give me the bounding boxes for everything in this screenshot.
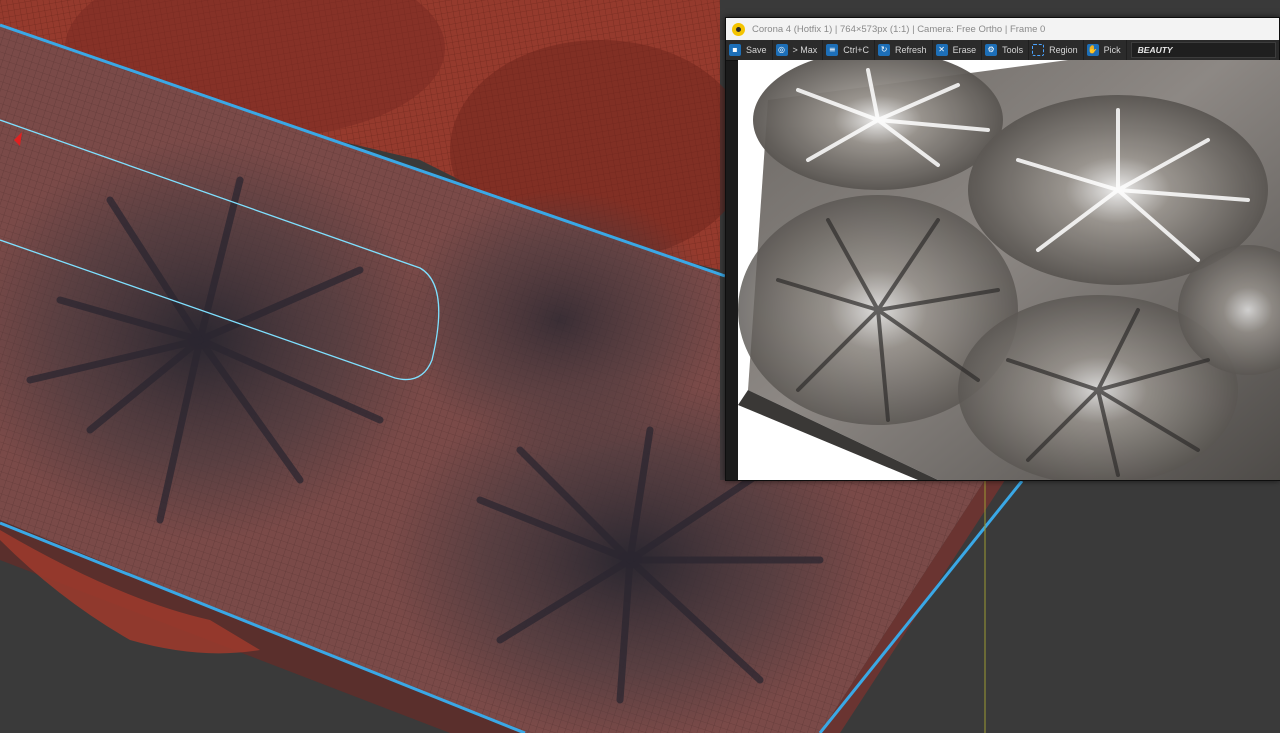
region-label: Region — [1049, 45, 1078, 55]
erase-icon: ✕ — [935, 44, 948, 56]
copy-button[interactable]: ≡ Ctrl+C — [823, 40, 876, 60]
render-preview[interactable] — [738, 60, 1280, 480]
render-image — [738, 60, 1280, 480]
tools-label: Tools — [1002, 45, 1024, 55]
save-label: Save — [746, 45, 767, 55]
tools-button[interactable]: ⚙ Tools — [982, 40, 1030, 60]
send-to-max-button[interactable]: ◎ > Max — [773, 40, 824, 60]
copy-icon: ≡ — [826, 44, 839, 56]
pick-button[interactable]: ✋ Pick — [1084, 40, 1127, 60]
refresh-label: Refresh — [895, 45, 927, 55]
refresh-icon: ↻ — [878, 44, 891, 56]
refresh-button[interactable]: ↻ Refresh — [875, 40, 933, 60]
erase-label: Erase — [952, 45, 977, 55]
hand-pick-icon: ✋ — [1086, 44, 1099, 56]
floppy-disk-icon: ▪ — [729, 44, 741, 56]
corona-logo-icon — [732, 22, 745, 36]
erase-button[interactable]: ✕ Erase — [933, 40, 983, 60]
vfb-title: Corona 4 (Hotfix 1) | 764×573px (1:1) | … — [752, 23, 1046, 35]
render-channel-select[interactable]: BEAUTY — [1130, 42, 1276, 58]
max-label: > Max — [792, 45, 818, 55]
region-button[interactable]: Region — [1029, 40, 1084, 60]
region-select-icon — [1032, 44, 1045, 56]
copy-label: Ctrl+C — [843, 45, 870, 55]
corona-vfb-window[interactable]: Corona 4 (Hotfix 1) | 764×573px (1:1) | … — [725, 17, 1280, 481]
max-logo-icon: ◎ — [775, 44, 788, 56]
save-button[interactable]: ▪ Save — [726, 40, 773, 60]
vfb-title-bar[interactable]: Corona 4 (Hotfix 1) | 764×573px (1:1) | … — [726, 18, 1279, 41]
gear-icon: ⚙ — [985, 44, 998, 56]
vfb-toolbar: ▪ Save ◎ > Max ≡ Ctrl+C ↻ Refresh ✕ Eras… — [726, 40, 1279, 61]
pick-label: Pick — [1103, 45, 1121, 55]
